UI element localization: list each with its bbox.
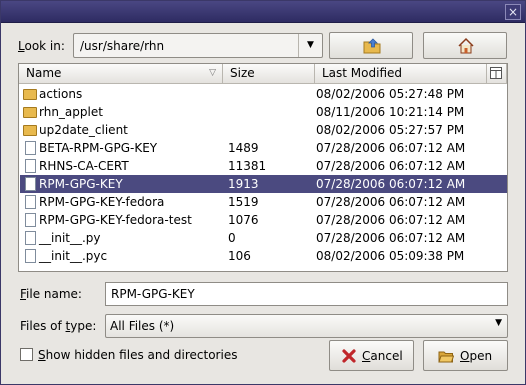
home-button[interactable] xyxy=(423,32,507,59)
up-folder-button[interactable] xyxy=(329,32,413,59)
look-in-label: Look in: xyxy=(18,39,65,53)
file-size-cell: 1519 xyxy=(228,195,259,209)
show-hidden-checkbox[interactable] xyxy=(20,348,33,361)
file-size-cell: 1076 xyxy=(228,213,259,227)
file-modified-cell: 07/28/2006 06:07:12 AM xyxy=(316,177,466,191)
file-size-cell: 1913 xyxy=(228,177,259,191)
open-folder-icon xyxy=(438,351,454,363)
file-name-cell: RPM-GPG-KEY-fedora-test xyxy=(39,213,192,227)
file-name-cell: __init__.py xyxy=(39,231,101,245)
file-row[interactable]: BETA-RPM-GPG-KEY 1489 07/28/2006 06:07:12 … xyxy=(20,139,507,157)
file-name-cell: actions xyxy=(39,87,83,101)
sort-indicator-icon: ▽ xyxy=(209,68,216,78)
file-icon xyxy=(25,177,36,191)
file-row[interactable]: __init__.pyc 106 08/02/2006 05:09:38 PM xyxy=(20,247,507,265)
chevron-down-icon[interactable]: ▼ xyxy=(298,34,322,57)
close-button[interactable]: × xyxy=(505,4,521,20)
folder-row[interactable]: actions 08/02/2006 05:27:48 PM xyxy=(20,85,507,103)
column-chooser-icon xyxy=(490,67,502,79)
close-icon: × xyxy=(507,5,519,19)
column-header-size[interactable]: Size xyxy=(223,64,315,84)
file-icon xyxy=(25,195,36,209)
file-icon xyxy=(25,213,36,227)
file-list[interactable]: Name ▽ Size Last Modified actions 08/02/2… xyxy=(18,63,508,272)
folder-icon xyxy=(23,89,37,100)
file-name-cell: __init__.pyc xyxy=(39,249,108,263)
file-size-cell: 106 xyxy=(228,249,251,263)
file-size-cell: 1489 xyxy=(228,141,259,155)
folder-row[interactable]: up2date_client 08/02/2006 05:27:57 PM xyxy=(20,121,507,139)
home-icon xyxy=(458,37,474,54)
chevron-down-icon: ▼ xyxy=(495,318,502,328)
files-of-type-select[interactable]: All Files (*) ▼ xyxy=(105,314,508,338)
file-name-cell: RPM-GPG-KEY xyxy=(39,177,123,191)
file-row[interactable]: RPM-GPG-KEY-fedora 1519 07/28/2006 06:07:1… xyxy=(20,193,507,211)
file-size-cell: 0 xyxy=(228,231,236,245)
column-header-modified[interactable]: Last Modified xyxy=(315,64,487,84)
open-button[interactable]: Open xyxy=(423,340,508,371)
file-name-label: File name: xyxy=(20,287,82,301)
file-size-cell: 11381 xyxy=(228,159,267,173)
file-modified-cell: 07/28/2006 06:07:12 AM xyxy=(316,213,466,227)
folder-icon xyxy=(23,125,37,136)
folder-row[interactable]: rhn_applet 08/11/2006 10:21:14 PM xyxy=(20,103,507,121)
file-modified-cell: 08/02/2006 05:27:57 PM xyxy=(316,123,465,137)
file-modified-cell: 08/02/2006 05:27:48 PM xyxy=(316,87,465,101)
column-chooser-button[interactable] xyxy=(487,64,507,84)
file-icon xyxy=(25,159,36,173)
show-hidden-label[interactable]: Show hidden files and directories xyxy=(38,348,237,362)
file-name-cell: BETA-RPM-GPG-KEY xyxy=(39,141,158,155)
look-in-combo[interactable]: /usr/share/rhn ▼ xyxy=(73,33,323,58)
file-modified-cell: 08/02/2006 05:09:38 PM xyxy=(316,249,465,263)
file-name-cell: rhn_applet xyxy=(39,105,103,119)
file-row[interactable]: RHNS-CA-CERT 11381 07/28/2006 06:07:12 AM xyxy=(20,157,507,175)
up-folder-icon xyxy=(363,38,381,54)
file-modified-cell: 07/28/2006 06:07:12 AM xyxy=(316,231,466,245)
file-name-cell: RPM-GPG-KEY-fedora xyxy=(39,195,165,209)
file-row[interactable]: RPM-GPG-KEY 1913 07/28/2006 06:07:12 AM xyxy=(20,175,507,193)
folder-icon xyxy=(23,107,37,118)
file-icon xyxy=(25,141,36,155)
file-name-input[interactable]: RPM-GPG-KEY xyxy=(105,282,508,306)
file-icon xyxy=(25,249,36,263)
look-in-path: /usr/share/rhn xyxy=(80,39,165,53)
title-bar[interactable]: × xyxy=(1,1,525,23)
file-row[interactable]: RPM-GPG-KEY-fedora-test 1076 07/28/2006 06… xyxy=(20,211,507,229)
file-modified-cell: 07/28/2006 06:07:12 AM xyxy=(316,141,466,155)
cancel-button[interactable]: Cancel xyxy=(329,340,414,371)
file-modified-cell: 07/28/2006 06:07:12 AM xyxy=(316,159,466,173)
file-modified-cell: 08/11/2006 10:21:14 PM xyxy=(316,105,465,119)
column-header-name[interactable]: Name ▽ xyxy=(19,64,223,84)
file-name-cell: RHNS-CA-CERT xyxy=(39,159,129,173)
file-row[interactable]: __init__.py 0 07/28/2006 06:07:12 AM xyxy=(20,229,507,247)
file-modified-cell: 07/28/2006 06:07:12 AM xyxy=(316,195,466,209)
file-name-cell: up2date_client xyxy=(39,123,128,137)
file-icon xyxy=(25,231,36,245)
file-dialog-window: × Look in: /usr/share/rhn ▼ Name ▽ Size … xyxy=(0,0,526,385)
cancel-icon xyxy=(342,349,356,363)
files-of-type-label: Files of type: xyxy=(20,319,97,333)
